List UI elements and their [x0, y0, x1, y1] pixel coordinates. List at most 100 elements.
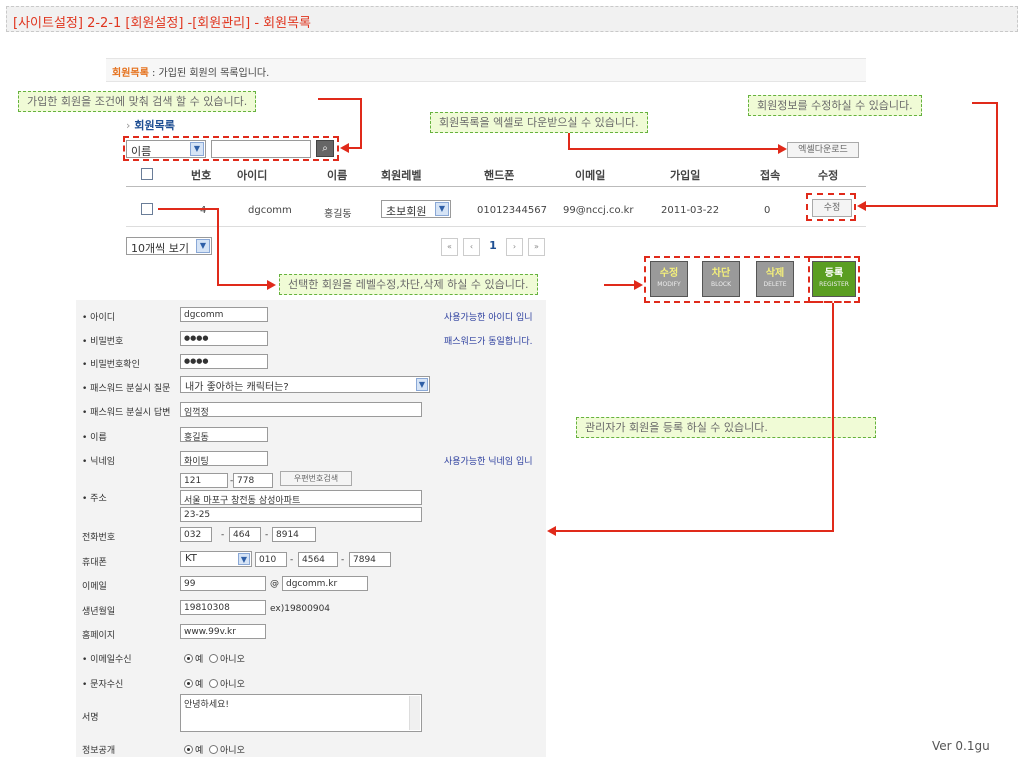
col-header-email: 이메일: [575, 169, 606, 182]
delete-button[interactable]: 삭제 DELETE: [756, 261, 794, 297]
select-all-checkbox[interactable]: [141, 168, 153, 180]
password-input[interactable]: ●●●●: [180, 331, 268, 346]
col-header-id: 아이디: [237, 169, 268, 182]
register-highlight: [808, 256, 860, 303]
email-domain-input[interactable]: dgcomm.kr: [282, 576, 368, 591]
page-title: [사이트설정] 2-2-1 [회원설정] -[회원관리] - 회원목록: [13, 16, 311, 31]
bullet-icon: ›: [126, 119, 131, 132]
sms-receive-yes: 예: [195, 680, 204, 690]
delete-label: 삭제: [765, 268, 785, 279]
pager-current[interactable]: 1: [484, 238, 502, 256]
pager-prev[interactable]: ‹: [463, 238, 480, 256]
nickname-label: • 닉네임: [82, 457, 116, 467]
pager-first[interactable]: «: [441, 238, 458, 256]
zip1-input[interactable]: 121: [180, 473, 228, 488]
address1-input[interactable]: 서울 마포구 창전동 삼성아파트: [180, 490, 422, 505]
email-at: @: [270, 579, 279, 589]
mob-separator-2: -: [341, 555, 345, 565]
connector-line: [348, 147, 362, 149]
sms-receive-no-radio[interactable]: [209, 679, 219, 688]
row-no: 4: [200, 205, 207, 216]
block-button[interactable]: 차단 BLOCK: [702, 261, 740, 297]
mob1-input[interactable]: 010: [255, 552, 287, 567]
block-label: 차단: [711, 268, 731, 279]
excel-download-button[interactable]: 엑셀다운로드: [787, 142, 859, 158]
id-note: 사용가능한 아이디 입니: [444, 313, 533, 323]
arrow-right-icon: [634, 280, 643, 290]
tel2-input[interactable]: 464: [229, 527, 261, 542]
address2-input[interactable]: 23-25: [180, 507, 422, 522]
tel1-input[interactable]: 032: [180, 527, 212, 542]
zip2-input[interactable]: 778: [233, 473, 273, 488]
tel3-input[interactable]: 8914: [272, 527, 316, 542]
description-text: : 가입된 회원의 목록입니다.: [148, 68, 270, 79]
row-level-select[interactable]: 초보회원 ▼: [381, 200, 451, 218]
section-title-text: 회원목록: [134, 119, 175, 132]
homepage-label: 홈페이지: [82, 631, 116, 641]
zip-search-button[interactable]: 우편번호검색: [280, 471, 352, 486]
mob-separator-1: -: [290, 555, 294, 565]
connector-line: [972, 102, 998, 104]
col-header-visits: 접속: [760, 169, 781, 182]
connector-line: [556, 530, 834, 532]
email-receive-no-radio[interactable]: [209, 654, 219, 663]
name-input[interactable]: 홍길동: [180, 427, 268, 442]
public-no-radio[interactable]: [209, 745, 219, 754]
public-yes-radio[interactable]: [184, 745, 193, 754]
page-size-select[interactable]: 10개씩 보기 ▼: [126, 237, 212, 255]
arrow-right-icon: [778, 144, 787, 154]
nickname-input[interactable]: 화이팅: [180, 451, 268, 466]
email-receive-no: 아니오: [220, 655, 245, 665]
email-receive-yes-radio[interactable]: [184, 654, 193, 663]
connector-line: [832, 303, 834, 531]
row-checkbox[interactable]: [141, 203, 153, 215]
address-label: • 주소: [82, 494, 107, 504]
email-receive-options: 예 아니오: [184, 652, 245, 665]
pw-question-select[interactable]: 내가 좋아하는 캐릭터는? ▼: [180, 376, 430, 393]
homepage-input[interactable]: www.99v.kr: [180, 624, 266, 639]
row-id: dgcomm: [248, 205, 292, 216]
row-name: 홍길동: [324, 209, 352, 220]
signature-textarea[interactable]: 안녕하세요!: [180, 694, 422, 732]
edit-highlight: [806, 193, 856, 221]
birth-label: 생년월일: [82, 607, 116, 617]
row-email: 99@nccj.co.kr: [563, 205, 634, 216]
id-input[interactable]: dgcomm: [180, 307, 268, 322]
modify-button[interactable]: 수정 MODIFY: [650, 261, 688, 297]
chevron-down-icon: ▼: [416, 378, 428, 391]
pager-last[interactable]: »: [528, 238, 545, 256]
sms-receive-options: 예 아니오: [184, 677, 245, 690]
mob2-input[interactable]: 4564: [298, 552, 338, 567]
pw-question-label: • 패스워드 분실시 질문: [82, 384, 171, 394]
pw-answer-label: • 패스워드 분실시 답변: [82, 408, 171, 418]
textarea-scrollbar[interactable]: [409, 696, 420, 730]
page-header-bar: [사이트설정] 2-2-1 [회원설정] -[회원관리] - 회원목록: [6, 6, 1018, 32]
signature-label: 서명: [82, 713, 99, 723]
password-confirm-input[interactable]: ●●●●: [180, 354, 268, 369]
password-confirm-label: • 비밀번호확인: [82, 360, 140, 370]
id-label: • 아이디: [82, 313, 116, 323]
col-header-edit: 수정: [818, 169, 839, 182]
col-header-no: 번호: [191, 169, 212, 182]
callout-level: 선택한 회원을 레벨수정,차단,삭제 하실 수 있습니다.: [279, 274, 538, 295]
arrow-left-icon: [857, 201, 866, 211]
pw-answer-input[interactable]: 임꺽정: [180, 402, 422, 417]
table-row-divider: [126, 226, 866, 227]
sms-receive-yes-radio[interactable]: [184, 679, 193, 688]
chevron-down-icon: ▼: [435, 202, 449, 216]
col-header-joined: 가입일: [670, 169, 701, 182]
modify-label: 수정: [659, 268, 679, 279]
mob3-input[interactable]: 7894: [349, 552, 391, 567]
signature-value: 안녕하세요!: [184, 700, 230, 710]
callout-register: 관리자가 회원을 등록 하실 수 있습니다.: [576, 417, 876, 438]
carrier-select[interactable]: KT ▼: [180, 551, 252, 567]
pager-next[interactable]: ›: [506, 238, 523, 256]
mobile-label: 휴대폰: [82, 558, 107, 568]
connector-line: [360, 98, 362, 148]
sms-receive-no: 아니오: [220, 680, 245, 690]
birth-input[interactable]: 19810308: [180, 600, 266, 615]
email-receive-label: • 이메일수신: [82, 655, 132, 665]
chevron-down-icon: ▼: [196, 239, 210, 253]
email-id-input[interactable]: 99: [180, 576, 266, 591]
connector-line: [318, 98, 362, 100]
